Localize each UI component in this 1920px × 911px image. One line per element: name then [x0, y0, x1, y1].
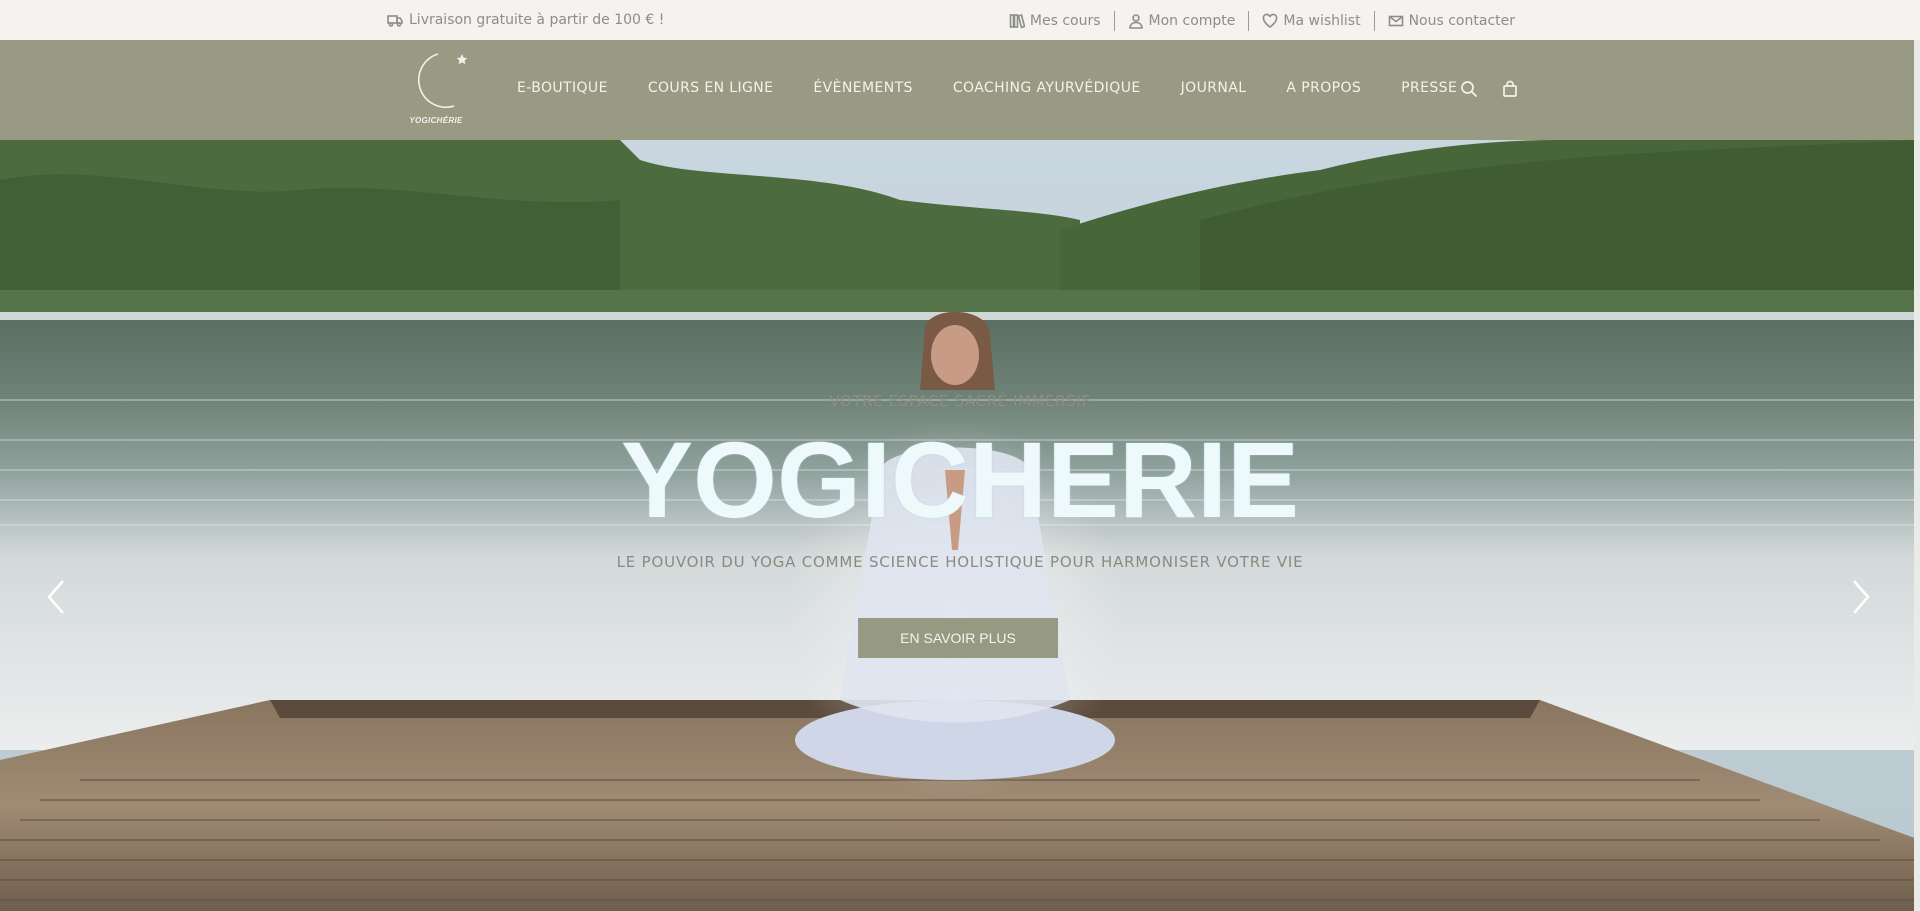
logo-wordmark: YOGICHÉRIE [409, 116, 463, 125]
chevron-left-icon [47, 580, 64, 614]
user-icon [1128, 14, 1143, 29]
main-navigation: YOGICHÉRIE E-BOUTIQUE COURS EN LIGNE ÉVÈ… [0, 40, 1920, 140]
nav-item-cours-en-ligne[interactable]: COURS EN LIGNE [628, 80, 794, 96]
nav-item-a-propos[interactable]: A PROPOS [1266, 80, 1381, 96]
nav-item-e-boutique[interactable]: E-BOUTIQUE [497, 80, 628, 96]
wishlist-label: Ma wishlist [1283, 13, 1361, 29]
my-account-link[interactable]: Mon compte [1115, 13, 1249, 29]
shopping-bag-icon [1503, 80, 1517, 97]
cart-button[interactable] [1501, 80, 1521, 100]
nav-menu: E-BOUTIQUE COURS EN LIGNE ÉVÈNEMENTS COA… [497, 80, 1477, 96]
heart-icon [1263, 13, 1278, 28]
contact-link[interactable]: Nous contacter [1375, 13, 1528, 29]
nav-item-coaching-ayurvedique[interactable]: COACHING AYURVÉDIQUE [933, 80, 1161, 96]
my-courses-link[interactable]: Mes cours [996, 13, 1114, 29]
truck-icon [387, 15, 403, 27]
search-button[interactable] [1460, 80, 1480, 100]
hero-subtitle: VOTRE ESPACE SACRÉ IMMERSIF [829, 392, 1091, 410]
nav-item-evenements[interactable]: ÉVÈNEMENTS [793, 80, 932, 96]
my-courses-label: Mes cours [1029, 13, 1101, 29]
slider-next-button[interactable] [1846, 577, 1876, 617]
search-icon [1461, 81, 1478, 98]
free-shipping-notice: Livraison gratuite à partir de 100 € ! [387, 12, 664, 28]
wishlist-link[interactable]: Ma wishlist [1249, 13, 1373, 29]
site-logo[interactable]: YOGICHÉRIE [408, 48, 472, 134]
free-shipping-text: Livraison gratuite à partir de 100 € ! [409, 12, 665, 28]
learn-more-button[interactable]: EN SAVOIR PLUS [858, 618, 1058, 658]
books-icon [1009, 13, 1025, 29]
page-scrollbar[interactable] [1914, 40, 1920, 911]
moon-logo-icon [418, 53, 468, 108]
hero-title: YOGICHERIE [620, 419, 1300, 540]
nav-item-journal[interactable]: JOURNAL [1161, 80, 1267, 96]
account-links: Mes cours Mon compte Ma wishlist Nous co… [996, 11, 1528, 31]
slider-prev-button[interactable] [41, 577, 71, 617]
top-utility-bar: Livraison gratuite à partir de 100 € ! M… [0, 0, 1920, 40]
mail-icon [1388, 15, 1403, 27]
my-account-label: Mon compte [1148, 13, 1236, 29]
chevron-right-icon [1853, 580, 1870, 614]
contact-label: Nous contacter [1408, 13, 1515, 29]
hero-tagline: LE POUVOIR DU YOGA COMME SCIENCE HOLISTI… [616, 553, 1304, 571]
